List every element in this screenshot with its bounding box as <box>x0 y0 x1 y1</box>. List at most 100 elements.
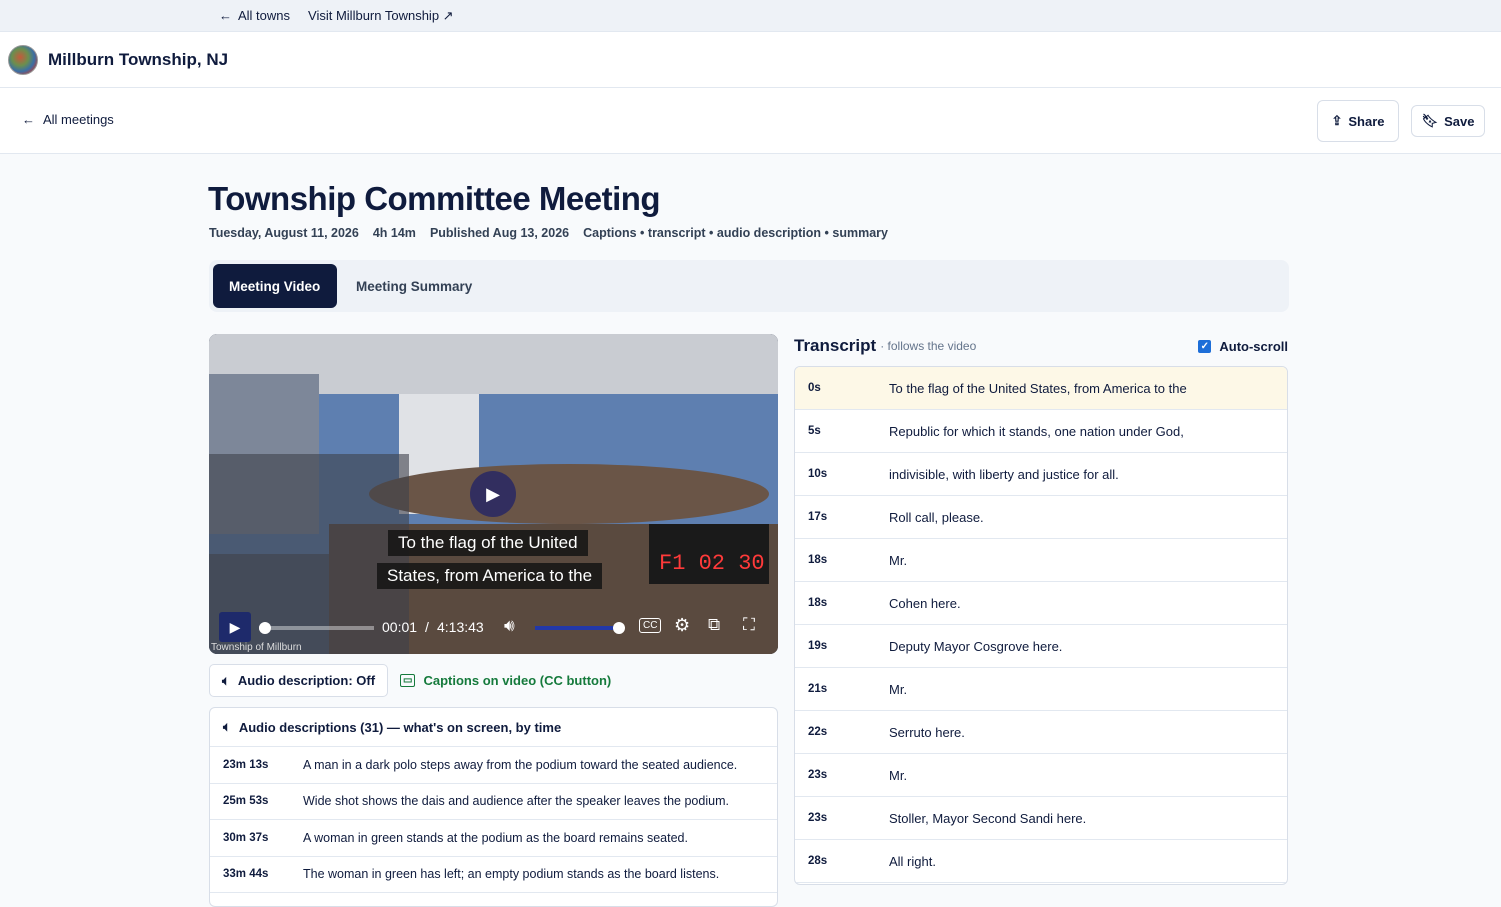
table-row[interactable]: 23s Mr. <box>795 754 1287 797</box>
autoscroll-checkbox[interactable]: ✓ Auto-scroll <box>1198 339 1288 354</box>
table-row[interactable]: 22s Serruto here. <box>795 711 1287 754</box>
ad-time: 30m 37s <box>223 831 269 844</box>
all-meetings-link[interactable]: ← All meetings <box>22 112 114 127</box>
cc-icon[interactable]: CC <box>639 618 662 633</box>
transcript-text: All right. <box>889 853 936 869</box>
transcript-time: 22s <box>808 726 828 738</box>
meeting-toolbar: ← All meetings ⇪ Share 🔖︎ Save <box>0 88 1501 154</box>
seek-handle[interactable] <box>259 622 271 634</box>
transcript-time: 0s <box>808 382 821 394</box>
ad-text: A woman in green stands at the podium as… <box>303 830 688 845</box>
volume-handle[interactable] <box>613 622 625 634</box>
transcript-list: 0s To the flag of the United States, from… <box>794 366 1288 885</box>
video-player[interactable]: F1 02 30 ▶ To the flag of the United Sta… <box>209 334 778 654</box>
checkbox-checked-icon: ✓ <box>1198 339 1212 353</box>
play-overlay-button[interactable]: ▶ <box>470 471 516 517</box>
seek-bar[interactable] <box>259 622 374 634</box>
share-label: Share <box>1348 113 1385 129</box>
page-title: Township Committee Meeting <box>208 180 661 217</box>
speaker-icon: 🔈︎ <box>223 719 231 734</box>
play-icon: ▶ <box>229 618 241 635</box>
transcript-text: indivisible, with liberty and justice fo… <box>889 466 1119 482</box>
transcript-text: Serruto here. <box>889 724 965 740</box>
table-row[interactable]: 19s Deputy Mayor Cosgrove here. <box>795 625 1287 668</box>
share-icon: ⇪ <box>1331 113 1343 128</box>
table-row[interactable]: 28s All right. <box>795 840 1287 883</box>
captions-icon: ▭ <box>400 674 416 687</box>
table-row[interactable]: 17s Roll call, please. <box>795 496 1287 539</box>
transcript-time: 5s <box>808 425 821 437</box>
caption-line-2: States, from America to the <box>377 563 603 589</box>
play-button[interactable]: ▶ <box>219 612 251 642</box>
captions-label: Captions on video (CC button) <box>423 673 612 688</box>
tab-bar: Meeting Video Meeting Summary <box>209 260 1289 312</box>
transcript-time: 10s <box>808 468 828 480</box>
table-row[interactable]: 18s Mr. <box>795 539 1287 582</box>
video-controls: ▶ 00:01 / 4:13:43 🔊︎ CC ⚙ ⧉ ⛶ Township o… <box>209 602 778 654</box>
meeting-duration: 4h 14m <box>372 226 416 240</box>
table-row[interactable]: 21s Mr. <box>795 668 1287 711</box>
transcript-time: 21s <box>808 683 828 695</box>
transcript-time: 18s <box>808 554 828 566</box>
arrow-left-icon: ← <box>22 112 35 127</box>
ad-time: 33m 44s <box>223 868 269 881</box>
audio-descriptions-title: Audio descriptions (31) — what's on scre… <box>238 719 562 735</box>
list-item[interactable]: 25m 53s Wide shot shows the dais and audi… <box>210 784 777 820</box>
captions-info: ▭ Captions on video (CC button) <box>400 673 611 688</box>
table-row[interactable]: 5s Republic for which it stands, one nati… <box>795 410 1287 453</box>
town-header: Millburn Township, NJ <box>0 32 1501 88</box>
time-separator: / <box>425 619 429 635</box>
audio-descriptions-panel: 🔈︎ Audio descriptions (31) — what's on s… <box>209 707 778 907</box>
meeting-meta: Tuesday, August 11, 2026 4h 14m Publishe… <box>209 226 888 240</box>
bookmark-icon: 🔖︎ <box>1421 113 1439 128</box>
list-item[interactable]: 30m 37s A woman in green stands at the po… <box>210 820 777 857</box>
transcript-time: 17s <box>808 511 828 523</box>
ad-time: 23m 13s <box>223 758 269 771</box>
visit-town-link[interactable]: Visit Millburn Township ↗ <box>308 8 454 24</box>
transcript-text: Roll call, please. <box>889 509 984 525</box>
tab-meeting-video[interactable]: Meeting Video <box>213 264 337 308</box>
transcript-text: Stoller, Mayor Second Sandi here. <box>889 810 1087 826</box>
total-time: 4:13:43 <box>437 619 484 635</box>
volume-slider[interactable] <box>535 622 625 634</box>
speaker-icon: 🔈︎ <box>222 672 230 688</box>
audio-description-label: Audio description: Off <box>237 673 376 688</box>
transcript-title: Transcript <box>794 336 877 355</box>
table-row[interactable]: 18s Cohen here. <box>795 582 1287 625</box>
audio-description-toggle[interactable]: 🔈︎ Audio description: Off <box>209 664 389 697</box>
gear-icon[interactable]: ⚙ <box>674 615 690 636</box>
volume-icon[interactable]: 🔊︎ <box>504 616 515 636</box>
transcript-subtitle: · follows the video <box>880 339 977 353</box>
published-date: Published Aug 13, 2026 <box>429 226 570 240</box>
current-time: 00:01 <box>382 619 418 635</box>
transcript-text: Mr. <box>889 681 908 697</box>
audio-descriptions-header: 🔈︎ Audio descriptions (31) — what's on s… <box>210 708 777 747</box>
transcript-header: Transcript · follows the video ✓ Auto-sc… <box>794 334 1288 358</box>
all-towns-label: All towns <box>238 8 291 23</box>
transcript-time: 23s <box>808 812 828 824</box>
fullscreen-icon[interactable]: ⛶ <box>743 615 755 635</box>
play-icon: ▶ <box>486 483 500 504</box>
table-row[interactable]: 23s Stoller, Mayor Second Sandi here. <box>795 797 1287 840</box>
share-button[interactable]: ⇪ Share <box>1317 100 1399 142</box>
arrow-left-icon: ← <box>219 8 232 23</box>
table-row[interactable]: 0s To the flag of the United States, from… <box>795 367 1287 410</box>
ad-text: The woman in green has left; an empty po… <box>303 867 720 882</box>
transcript-time: 28s <box>808 855 828 867</box>
all-meetings-label: All meetings <box>43 112 114 127</box>
accessibility-tools: 🔈︎ Audio description: Off ▭ Captions on … <box>209 664 611 697</box>
save-label: Save <box>1444 113 1475 129</box>
top-nav-bar: ← All towns Visit Millburn Township ↗ <box>0 0 1501 32</box>
transcript-text: Republic for which it stands, one nation… <box>889 423 1184 439</box>
video-watermark: Township of Millburn <box>211 642 302 653</box>
svg-text:F1 02 30: F1 02 30 <box>659 551 765 576</box>
tab-meeting-summary[interactable]: Meeting Summary <box>340 264 488 308</box>
save-button[interactable]: 🔖︎ Save <box>1411 105 1485 137</box>
list-item[interactable]: 23m 13s A man in a dark polo steps away f… <box>210 747 777 784</box>
all-towns-link[interactable]: ← All towns <box>219 8 290 23</box>
list-item[interactable]: 33m 44s The woman in green has left; an e… <box>210 857 777 893</box>
table-row[interactable]: 10s indivisible, with liberty and justice… <box>795 453 1287 496</box>
popout-icon[interactable]: ⧉ <box>708 615 720 635</box>
transcript-text: Cohen here. <box>889 595 961 611</box>
meeting-date: Tuesday, August 11, 2026 <box>209 226 359 240</box>
